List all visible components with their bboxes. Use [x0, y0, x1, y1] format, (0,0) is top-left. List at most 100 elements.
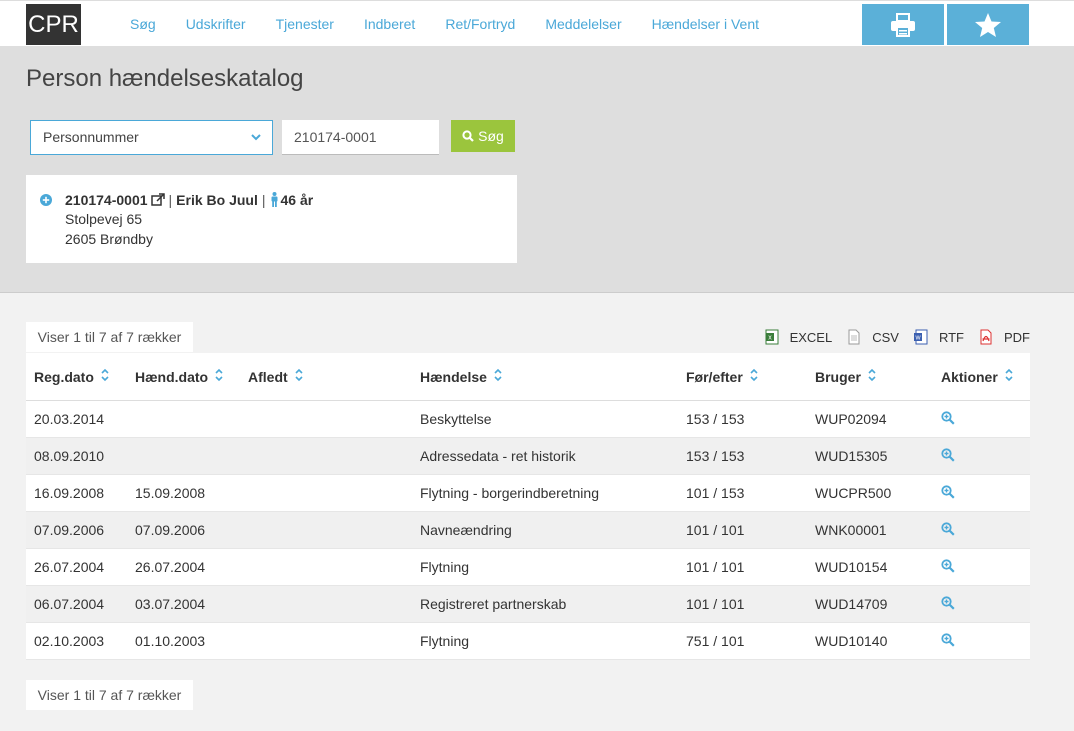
table-cell: WNK00001 [815, 522, 887, 538]
export-csv[interactable]: CSV [846, 329, 899, 345]
search-button[interactable]: Søg [451, 120, 515, 152]
column-header-label: Før/efter [686, 368, 743, 385]
external-link-icon[interactable] [150, 193, 165, 206]
table-cell: 153 / 153 [686, 411, 745, 427]
column-header-label: Hændelse [420, 368, 487, 385]
table-cell: 16.09.2008 [34, 485, 105, 501]
person-street: Stolpevej 65 [65, 211, 143, 227]
expand-plus-icon[interactable] [40, 193, 52, 209]
table-cell-actions [933, 521, 1030, 539]
table-cell: 02.10.2003 [34, 633, 105, 649]
table-row: 06.07.2004 03.07.2004 Registreret partners… [26, 586, 1030, 623]
table-cell: WUCPR500 [815, 485, 892, 501]
column-header-aktioner[interactable]: Aktioner [933, 368, 1030, 385]
events-table: Reg.dato Hænd.dato Afledt Hændelse Før/e… [26, 353, 1030, 660]
table-cell-actions [933, 558, 1030, 576]
nav-link-udskrifter[interactable]: Udskrifter [171, 1, 261, 47]
person-cpr: 210174-0001 [65, 191, 148, 208]
svg-text:x: x [768, 335, 772, 342]
search-type-select[interactable]: Personnummer [30, 120, 273, 155]
table-cell: 101 / 101 [686, 522, 745, 538]
zoom-in-icon[interactable] [941, 595, 955, 610]
column-header-for-efter[interactable]: Før/efter [678, 368, 807, 385]
sort-icon [749, 368, 759, 385]
table-row: 02.10.2003 01.10.2003 Flytning 751 / 101 WUD… [26, 623, 1030, 660]
zoom-in-icon[interactable] [941, 484, 955, 499]
print-button[interactable] [862, 4, 944, 45]
chevron-down-icon [250, 121, 262, 166]
table-cell: 07.09.2006 [34, 522, 105, 538]
page-title: Person hændelseskatalog [26, 65, 304, 92]
favorite-button[interactable] [947, 4, 1029, 45]
search-icon [462, 130, 474, 142]
nav-link-sog[interactable]: Søg [115, 1, 171, 47]
table-cell: WUD10154 [815, 559, 888, 575]
table-cell: 101 / 101 [686, 559, 745, 575]
pdf-file-icon [980, 329, 992, 345]
table-cell: 26.07.2004 [34, 559, 105, 575]
zoom-in-icon[interactable] [941, 410, 955, 425]
table-cell: 06.07.2004 [34, 596, 105, 612]
table-cell: Beskyttelse [420, 411, 492, 427]
sort-icon [214, 368, 224, 385]
table-row: 08.09.2010 Adressedata - ret historik 153 … [26, 438, 1030, 475]
svg-text:w: w [914, 335, 921, 342]
nav-links: Søg Udskrifter Tjenester Indberet Ret/Fo… [115, 1, 774, 47]
export-options: x EXCEL CSV w RTF PDF [764, 329, 1030, 345]
column-header-haend-dato[interactable]: Hænd.dato [127, 368, 240, 385]
table-body: 20.03.2014 Beskyttelse 153 / 153 WUP02094 08… [26, 401, 1030, 660]
zoom-in-icon[interactable] [941, 558, 955, 573]
excel-file-icon: x [765, 329, 779, 345]
person-card: 210174-0001 | Erik Bo Juul | 46 år Stolp… [26, 175, 517, 263]
table-cell: 15.09.2008 [135, 485, 206, 501]
table-cell: 08.09.2010 [34, 448, 105, 464]
separator: | [168, 191, 173, 208]
table-header: Reg.dato Hænd.dato Afledt Hændelse Før/e… [26, 353, 1030, 401]
search-type-value: Personnummer [43, 129, 139, 145]
nav-link-haendelser-i-vent[interactable]: Hændelser i Vent [637, 1, 774, 47]
print-icon [891, 12, 915, 37]
column-header-haendelse[interactable]: Hændelse [412, 368, 678, 385]
table-cell: WUP02094 [815, 411, 887, 427]
table-cell-actions [933, 447, 1030, 465]
column-header-reg-dato[interactable]: Reg.dato [26, 368, 127, 385]
person-male-icon [270, 192, 279, 207]
table-cell-actions [933, 632, 1030, 650]
sort-icon [867, 368, 877, 385]
column-header-label: Reg.dato [34, 368, 94, 385]
table-cell: Flytning [420, 559, 470, 575]
person-age: 46 år [280, 191, 314, 208]
table-cell-actions [933, 410, 1030, 428]
person-summary: 210174-0001 | Erik Bo Juul | 46 år [65, 190, 517, 209]
sort-icon [100, 368, 110, 385]
nav-link-meddelelser[interactable]: Meddelelser [530, 1, 636, 47]
zoom-in-icon[interactable] [941, 632, 955, 647]
search-button-label: Søg [478, 128, 504, 144]
nav-link-ret-fortryd[interactable]: Ret/Fortryd [430, 1, 530, 47]
table-cell: Registreret partnerskab [420, 596, 567, 612]
table-cell: Adressedata - ret historik [420, 448, 576, 464]
search-input[interactable]: 210174-0001 [282, 120, 439, 155]
table-cell: 20.03.2014 [34, 411, 105, 427]
zoom-in-icon[interactable] [941, 521, 955, 536]
row-count-info-bottom: Viser 1 til 7 af 7 rækker [26, 680, 193, 710]
table-cell: 26.07.2004 [135, 559, 206, 575]
column-header-label: Bruger [815, 368, 861, 385]
export-excel[interactable]: x EXCEL [764, 329, 832, 345]
csv-file-icon [848, 329, 860, 345]
person-city: 2605 Brøndby [65, 231, 153, 247]
sort-icon [294, 368, 304, 385]
column-header-label: Hænd.dato [135, 368, 209, 385]
zoom-in-icon[interactable] [941, 447, 955, 462]
search-header: Person hændelseskatalog Personnummer 210… [0, 46, 1074, 293]
export-pdf[interactable]: PDF [978, 329, 1030, 345]
column-header-label: Aktioner [941, 368, 998, 385]
column-header-label: Afledt [248, 368, 288, 385]
export-rtf[interactable]: w RTF [913, 329, 964, 345]
cpr-logo[interactable]: CPR [26, 4, 81, 45]
nav-link-indberet[interactable]: Indberet [349, 1, 430, 47]
nav-link-tjenester[interactable]: Tjenester [261, 1, 349, 47]
column-header-afledt[interactable]: Afledt [240, 368, 412, 385]
top-navigation: CPR Søg Udskrifter Tjenester Indberet Re… [0, 0, 1074, 46]
column-header-bruger[interactable]: Bruger [807, 368, 933, 385]
